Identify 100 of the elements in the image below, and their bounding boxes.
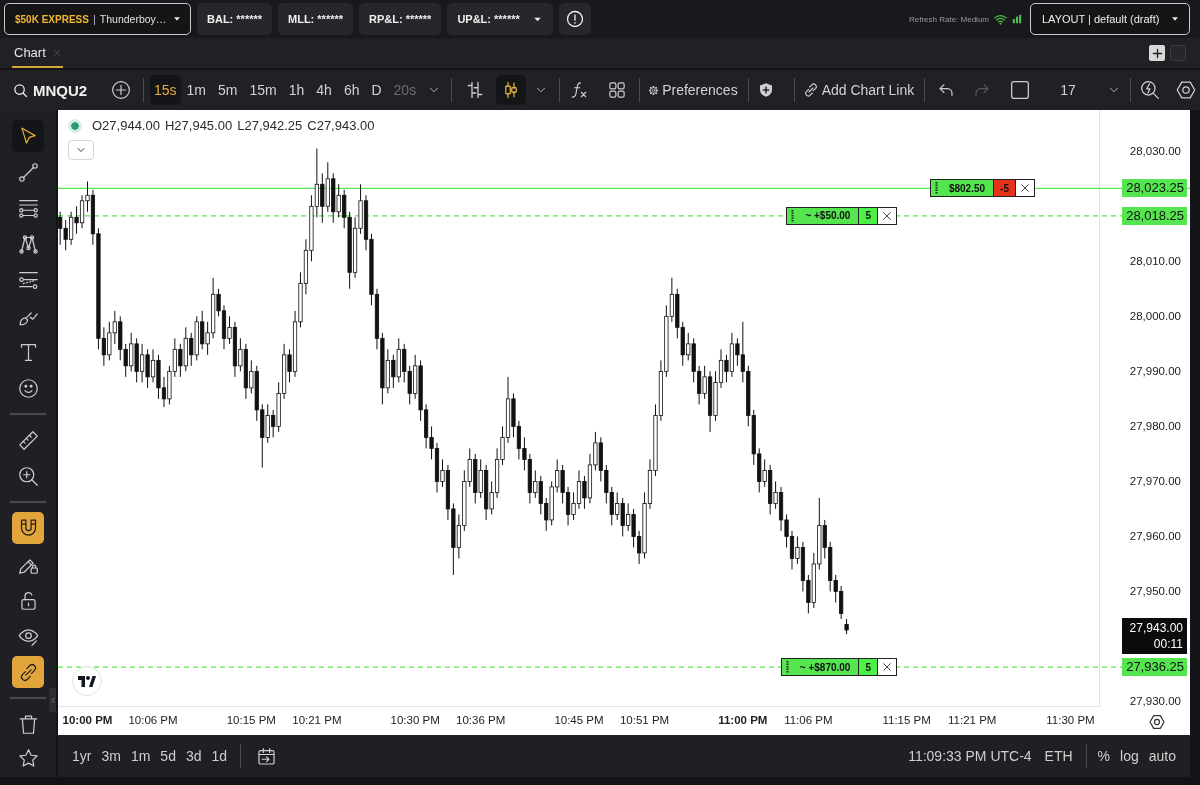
interval-button[interactable]: 1m xyxy=(180,75,213,105)
order-label[interactable]: $802.50 -5 xyxy=(929,179,1035,198)
interval-button[interactable]: D xyxy=(365,75,388,105)
interval-button[interactable]: 15s xyxy=(150,75,181,105)
stat-button[interactable]: UP&L: ****** xyxy=(447,3,553,35)
range-button[interactable]: 1yr xyxy=(67,748,97,764)
price-tick-label: 27,990.00 xyxy=(1129,364,1181,379)
collapse-handle[interactable] xyxy=(49,688,56,712)
interval-button[interactable]: 6h xyxy=(337,75,366,105)
range-button[interactable]: 3d xyxy=(180,748,207,764)
layout-dropdown[interactable]: LAYOUT | default (draft) xyxy=(1030,3,1190,35)
close-order-button[interactable] xyxy=(878,207,896,224)
add-panel-button[interactable] xyxy=(1149,45,1165,61)
price-tick-label: 27,930.00 xyxy=(1129,694,1181,709)
settings-icon[interactable] xyxy=(1149,714,1165,730)
order-quantity: 5 xyxy=(859,207,878,224)
chevron-left-icon xyxy=(49,695,56,705)
drag-handle-icon[interactable] xyxy=(791,209,795,222)
grid-icon[interactable] xyxy=(608,81,627,99)
time-tick-label: 11:00 PM xyxy=(718,714,768,726)
ohlc-value: H27,945.00 xyxy=(164,118,233,133)
session-button[interactable]: ETH xyxy=(1039,748,1078,764)
calendar-icon[interactable] xyxy=(257,746,277,766)
drawing-tool-button[interactable] xyxy=(12,656,44,688)
undo-icon[interactable] xyxy=(938,82,955,98)
range-button[interactable]: 1m xyxy=(125,748,156,764)
drawing-tool-button[interactable] xyxy=(12,512,44,544)
time-tick-label: 11:15 PM xyxy=(882,714,931,726)
price-tick-label: 28,000.00 xyxy=(1129,309,1181,324)
alert-icon xyxy=(565,10,584,28)
close-order-button[interactable] xyxy=(878,659,896,676)
time-tick-label: 10:36 PM xyxy=(456,714,506,726)
levels-icon xyxy=(17,269,39,291)
time-tick-label: 10:51 PM xyxy=(619,714,670,726)
zigzag-pattern-icon xyxy=(17,233,39,255)
time-tick-label: 11:21 PM xyxy=(948,714,997,726)
close-icon xyxy=(882,210,892,221)
smiley-icon xyxy=(17,377,39,399)
add-chart-link-button[interactable]: Add Chart Link xyxy=(802,82,915,98)
time-tick-label: 10:15 PM xyxy=(226,714,276,726)
square-icon[interactable] xyxy=(1010,80,1031,100)
range-button[interactable]: 1d xyxy=(206,748,233,764)
gear-icon xyxy=(648,84,660,96)
order-label[interactable]: ~ +$50.00 5 xyxy=(786,206,897,225)
symbol-search-field[interactable]: MNQU2 xyxy=(13,81,95,99)
interval-button[interactable]: 15m xyxy=(243,75,283,105)
clock-text: 11:09:33 PM UTC-4 xyxy=(908,748,1032,764)
preferences-button[interactable]: Preferences xyxy=(648,82,738,98)
close-icon xyxy=(882,662,892,673)
function-icon[interactable] xyxy=(570,81,589,99)
time-tick-label: 11:30 PM xyxy=(1046,714,1095,726)
bar-countdown: 00:11 xyxy=(1153,636,1183,651)
ruler-icon xyxy=(17,429,39,451)
chart-type-button[interactable] xyxy=(496,75,527,105)
order-label[interactable]: ~ +$870.00 5 xyxy=(780,658,897,677)
price-tick-label: 28,010.00 xyxy=(1129,254,1181,269)
last-price: 27,943.00 xyxy=(1129,620,1183,635)
zoom-in-icon xyxy=(17,465,39,487)
shield-icon[interactable] xyxy=(757,82,774,98)
star-icon[interactable] xyxy=(17,748,39,769)
plus-icon xyxy=(1151,47,1163,59)
price-label: 28,018.25 xyxy=(1122,206,1187,225)
scale-option-button[interactable]: log xyxy=(1115,748,1144,764)
scale-option-button[interactable]: % xyxy=(1092,748,1116,764)
logo-icon[interactable] xyxy=(72,666,102,696)
order-quantity: -5 xyxy=(994,180,1016,197)
stat-button[interactable]: RP&L: ****** xyxy=(359,3,442,35)
ohlc-value: C27,943.00 xyxy=(307,118,375,133)
scale-option-button[interactable]: auto xyxy=(1143,748,1181,764)
interval-button[interactable]: 1h xyxy=(282,75,311,105)
price-tick-label: 27,960.00 xyxy=(1129,529,1181,544)
dropdown-value[interactable]: 17 xyxy=(1060,82,1076,98)
interval-button[interactable]: 5m xyxy=(212,75,244,105)
drag-handle-icon[interactable] xyxy=(934,182,938,195)
range-button[interactable]: 3m xyxy=(96,748,126,764)
time-tick-label: 11:06 PM xyxy=(784,714,833,726)
time-tick-label: 10:06 PM xyxy=(128,714,178,726)
lightning-search-icon[interactable] xyxy=(1139,80,1160,100)
close-icon xyxy=(1020,183,1030,194)
account-dropdown[interactable]: $50K EXPRESS | Thunderboy… xyxy=(4,3,191,35)
order-quantity: 5 xyxy=(859,659,878,676)
interval-button[interactable]: 4h xyxy=(310,75,338,105)
alert-button[interactable] xyxy=(558,3,591,35)
range-button[interactable]: 5d xyxy=(155,748,181,764)
add-circle-icon[interactable] xyxy=(111,80,131,100)
status-dot-icon xyxy=(68,118,82,133)
drag-handle-icon[interactable] xyxy=(785,661,789,674)
ohlc-bars-icon xyxy=(466,81,485,99)
wifi-icon xyxy=(994,12,1007,26)
link-icon xyxy=(802,82,819,98)
stat-button[interactable]: MLL: ****** xyxy=(278,3,354,35)
refresh-rate-text: Refresh Rate: Medium xyxy=(908,14,989,24)
close-order-button[interactable] xyxy=(1016,180,1034,197)
horizontal-lines-icon xyxy=(17,197,39,219)
chevron-down-icon xyxy=(76,145,86,155)
stat-button[interactable]: BAL: ****** xyxy=(197,3,272,35)
time-tick-label: 10:30 PM xyxy=(390,714,440,726)
search-icon xyxy=(13,82,28,98)
ohlc-value: L27,942.25 xyxy=(237,118,303,133)
drawing-tool-button[interactable] xyxy=(12,120,44,152)
